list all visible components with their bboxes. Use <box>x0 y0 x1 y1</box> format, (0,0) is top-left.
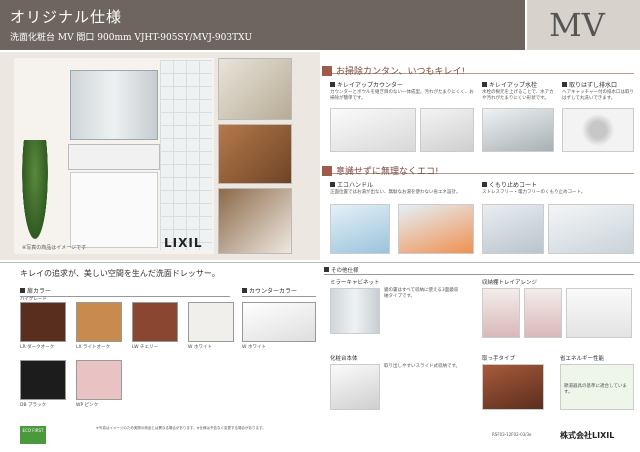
hero-caption: ※写真の商品はイメージです <box>22 245 87 251</box>
counter-swatch[interactable] <box>242 302 316 342</box>
door-color-title: 扉カラー <box>20 286 230 297</box>
detail-photo-faucet <box>218 58 292 120</box>
feature-image-counter <box>330 108 416 152</box>
mirror-cabinet-desc: 鏡の裏はすべて収納に使える3面鏡収納タイプです。 <box>384 288 459 299</box>
page-subtitle: 洗面化粧台 MV 間口 900mm VJHT-905SY/MVJ-903TXU <box>10 33 253 43</box>
footer-note: ※写真はイメージのため実際の商品とは異なる場合があります。※仕様は予告なく変更す… <box>96 426 266 430</box>
glass-block-wall <box>160 60 212 250</box>
feature-image-handle-1 <box>330 204 390 254</box>
feature-image-faucet <box>482 108 554 152</box>
vanity-mirror <box>70 70 158 140</box>
storage-image-2 <box>524 288 562 338</box>
mirror-cabinet-image <box>330 288 380 334</box>
feature-desc: 水栓の根元を上げることで、水アカや汚れがたまりにくい形状です。 <box>482 90 554 101</box>
vanity-label: 化粧台本体 <box>330 356 358 362</box>
feature-desc: カウンターとボウルを継ぎ目のない一体成型。汚れがたまりにくく、お掃除が簡単です。 <box>330 90 474 101</box>
counter-color-title: カウンターカラー <box>242 286 316 297</box>
page-title: オリジナル仕様 <box>10 8 123 26</box>
detail-photo-wood <box>218 124 292 184</box>
feature-image-mirror-1 <box>482 204 544 254</box>
plant-decoration <box>20 140 50 250</box>
feature-desc: ストレスフリー・電力フリーのくもり止めコート。 <box>482 190 586 195</box>
mirror-cabinet-label: ミラーキャビネット <box>330 280 380 286</box>
feature-image-drain <box>562 108 634 152</box>
storage-image-1 <box>482 288 520 338</box>
feature-label: 取りはずし排水口 <box>562 80 617 89</box>
swatch-caption: W ホワイト <box>188 345 212 350</box>
feature-image-handle-2 <box>398 204 474 254</box>
feature-desc: 正面位置ではお湯が出ない、無駄なお湯を使わない省エネ設計。 <box>330 190 461 195</box>
swatch-caption: LX ライトオーク <box>76 345 111 350</box>
swatch-caption: DB ブラック <box>20 403 46 408</box>
color-swatch[interactable] <box>76 302 122 342</box>
eco-title: 省エネルギー性能 <box>560 356 605 362</box>
drawer-label: 取っ手タイプ <box>482 356 516 362</box>
feature-image-counter-detail <box>420 108 474 152</box>
feature-desc: ヘアキャッチャー付の排水口は取りはずして丸洗いできます。 <box>562 90 634 101</box>
section-clean-title: お掃除カンタン、いつもキレイ! <box>322 60 634 77</box>
lixil-logo: LIXIL <box>164 236 203 250</box>
eco-desc: 節湯器具の基準に適合しています。 <box>564 384 627 395</box>
eco-first-badge: ECO FIRST <box>20 426 46 444</box>
page-header: オリジナル仕様 洗面化粧台 MV 間口 900mm VJHT-905SY/MVJ… <box>0 0 640 50</box>
storage-label: 収納棚トレイアレンジ <box>482 280 538 286</box>
feature-label: キレイアップカウンター <box>330 80 403 89</box>
detail-photo-towel <box>218 188 292 254</box>
feature-label: エコハンドル <box>330 180 373 189</box>
storage-image-3 <box>566 288 632 338</box>
feature-label: キレイアップ水栓 <box>482 80 537 89</box>
swatch-caption: LW チェリー <box>132 345 158 350</box>
section-bullet-icon <box>322 65 332 76</box>
tagline: キレイの追求が、美しい空間を生んだ洗面ドレッサー。 <box>20 269 220 278</box>
counter-swatch-caption: W ホワイト <box>242 345 266 350</box>
vanity-cabinet <box>70 172 158 248</box>
options-title: その他仕様 <box>324 266 634 275</box>
color-swatch[interactable] <box>76 360 122 400</box>
swatch-caption: LR ダークオーク <box>20 345 55 350</box>
company-name: 株式会社LIXIL <box>560 431 615 440</box>
color-swatch[interactable] <box>20 360 66 400</box>
color-swatch[interactable] <box>188 302 234 342</box>
catalog-code: RSF03-12F02-03/3e <box>492 432 532 437</box>
section-divider <box>0 262 640 263</box>
section-bullet-icon <box>322 165 332 176</box>
vanity-desc: 取り出しやすいスライド式収納です。 <box>384 364 461 369</box>
swatch-caption: WP ピンク <box>76 403 99 408</box>
color-swatch[interactable] <box>20 302 66 342</box>
feature-image-mirror-2 <box>548 204 634 254</box>
color-swatch[interactable] <box>132 302 178 342</box>
vanity-image <box>330 364 380 410</box>
model-badge: MV <box>549 6 605 44</box>
feature-label: くもり止めコート <box>482 180 537 189</box>
vanity-bowl <box>68 144 160 170</box>
drawer-image <box>482 364 544 410</box>
section-eco-title: 意識せずに無理なくエコ! <box>322 160 634 177</box>
